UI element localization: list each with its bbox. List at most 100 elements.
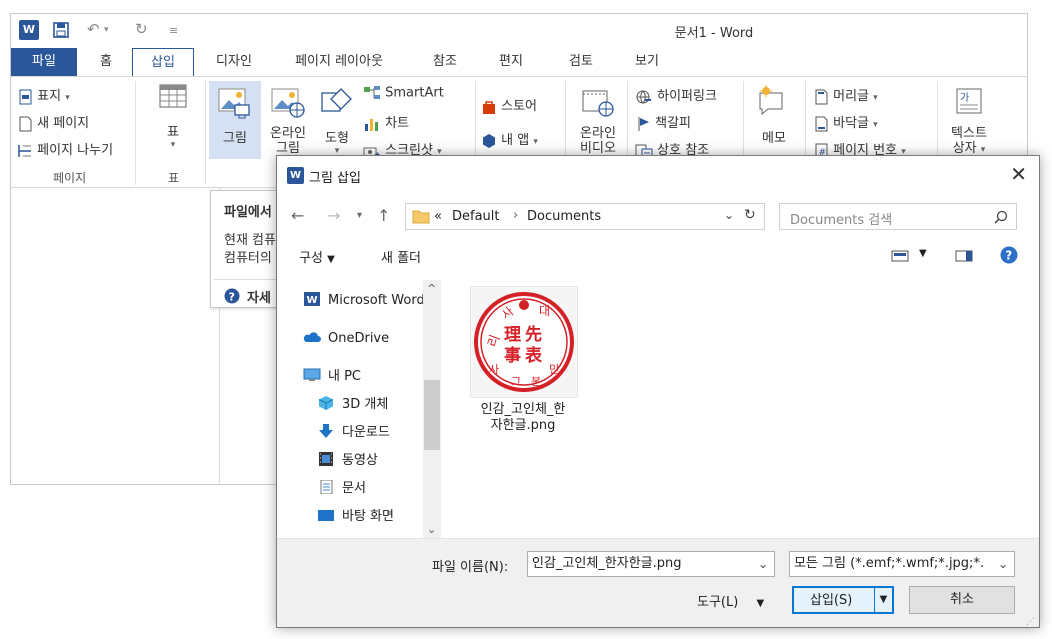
cover-page-icon: [19, 89, 32, 104]
recent-locations-icon[interactable]: ▾: [357, 210, 362, 221]
cover-page-button[interactable]: 표지 ▾: [19, 85, 70, 105]
header-button[interactable]: 머리글 ▾: [815, 85, 878, 105]
tab-insert[interactable]: 삽입: [132, 48, 194, 77]
view-dropdown-icon[interactable]: ▼: [919, 248, 927, 259]
tooltip-text-1: 현재 컴퓨: [224, 233, 276, 248]
svg-text:事: 事: [504, 346, 521, 366]
word-folder-icon: W: [304, 292, 320, 306]
tab-design[interactable]: 디자인: [203, 48, 265, 76]
header-icon: [815, 89, 828, 104]
tools-menu[interactable]: 도구(L) ▼: [697, 591, 764, 610]
svg-text:?: ?: [1005, 249, 1012, 263]
download-icon: [319, 424, 333, 438]
scroll-up-icon[interactable]: ^: [427, 282, 436, 295]
smartart-button[interactable]: SmartArt: [363, 85, 444, 101]
file-list: 대 리 사 理 先 事 表 사 그 본 민 인감_고인체_한 자한글.png: [443, 280, 1039, 538]
footer-button[interactable]: 바닥글 ▾: [815, 112, 878, 132]
address-history-dropdown-icon[interactable]: ⌄: [724, 208, 734, 222]
insert-button[interactable]: 삽입(S) ▼: [792, 586, 894, 614]
navigation-scrollbar[interactable]: ^ ⌄: [423, 280, 441, 538]
forward-arrow-icon[interactable]: →: [327, 206, 340, 225]
view-options-icon[interactable]: [891, 250, 909, 262]
insert-options-dropdown-icon[interactable]: ▼: [874, 588, 892, 612]
store-button[interactable]: 스토어: [481, 95, 537, 115]
search-icon[interactable]: [994, 210, 1008, 224]
nav-item-documents[interactable]: 문서: [317, 478, 366, 500]
tooltip-more-link[interactable]: 자세: [247, 287, 271, 306]
svg-text:先: 先: [525, 324, 542, 345]
tab-mailings[interactable]: 편지: [481, 48, 541, 76]
tab-home[interactable]: 홈: [87, 48, 125, 76]
help-icon: ?: [224, 288, 240, 304]
online-video-button[interactable]: 온라인 비디오: [573, 81, 623, 157]
back-arrow-icon[interactable]: ←: [291, 206, 304, 225]
nav-item-downloads[interactable]: 다운로드: [317, 422, 390, 444]
svg-text:가: 가: [960, 92, 969, 104]
filename-dropdown-icon[interactable]: ⌄: [758, 552, 768, 576]
seal-stamp-image: 대 리 사 理 先 事 表 사 그 본 민: [474, 292, 574, 392]
search-box[interactable]: Documents 검색: [779, 203, 1017, 230]
scroll-down-icon[interactable]: ⌄: [427, 523, 436, 536]
address-bar[interactable]: « Default › Documents ⌄ ↻: [405, 203, 765, 230]
hyperlink-button[interactable]: 하이퍼링크: [635, 85, 717, 105]
dialog-footer: 파일 이름(N): 인감_고인체_한자한글.png ⌄ 모든 그림 (*.emf…: [277, 538, 1039, 627]
picture-button[interactable]: 그림: [209, 81, 261, 159]
nav-item-3d-objects[interactable]: 3D 개체: [317, 394, 388, 416]
nav-item-videos[interactable]: 동영상: [317, 450, 378, 472]
help-icon[interactable]: ?: [1000, 246, 1018, 264]
shapes-button[interactable]: 도형 ▾: [315, 81, 359, 156]
svg-text:理: 理: [504, 325, 521, 345]
breadcrumb-documents[interactable]: Documents: [527, 209, 601, 224]
organize-button[interactable]: 구성 ▼: [299, 247, 335, 266]
tab-view[interactable]: 보기: [617, 48, 677, 76]
chart-button[interactable]: 차트: [363, 112, 409, 132]
svg-text:W: W: [307, 295, 318, 306]
file-type-dropdown-icon[interactable]: ⌄: [998, 552, 1008, 576]
store-icon: [483, 100, 495, 114]
breadcrumb-default[interactable]: Default: [452, 209, 500, 224]
new-page-button[interactable]: 새 페이지: [19, 112, 89, 132]
smartart-icon: [364, 86, 380, 99]
my-apps-button[interactable]: 내 앱 ▾: [481, 129, 538, 149]
nav-item-onedrive[interactable]: OneDrive: [303, 328, 389, 350]
new-folder-button[interactable]: 새 폴더: [381, 247, 421, 266]
nav-item-this-pc[interactable]: 내 PC: [303, 366, 361, 388]
breadcrumb-separator-icon: ›: [513, 208, 519, 223]
file-item[interactable]: 대 리 사 理 先 事 表 사 그 본 민 인감_고인체_한 자한글.png: [467, 286, 579, 436]
cancel-button[interactable]: 취소: [909, 586, 1015, 614]
address-prefix: «: [434, 209, 442, 224]
svg-text:?: ?: [229, 291, 235, 304]
navigation-pane: W Microsoft Word OneDrive 내 PC 3D 개체 다운로드…: [293, 280, 443, 538]
nav-item-desktop[interactable]: 바탕 화면: [317, 506, 394, 528]
tab-review[interactable]: 검토: [551, 48, 611, 76]
tooltip-divider: [213, 279, 281, 280]
close-icon[interactable]: ✕: [1010, 162, 1027, 186]
table-button[interactable]: 표 ▾: [156, 83, 190, 150]
search-input[interactable]: Documents 검색: [790, 209, 892, 228]
tooltip-text-2: 컴퓨터의: [224, 251, 272, 266]
bookmark-button[interactable]: 책갈피: [637, 112, 691, 132]
ribbon-separator: [205, 81, 206, 185]
title-bar: W ↶ ▾ ↻ ≡ 문서1 - Word: [11, 14, 1027, 46]
picture-icon: [218, 88, 250, 119]
resize-grip-icon[interactable]: ⋰: [1026, 617, 1035, 627]
computer-icon: [303, 368, 321, 381]
page-break-button[interactable]: 페이지 나누기: [17, 139, 113, 159]
nav-item-microsoft-word[interactable]: W Microsoft Word: [303, 290, 425, 312]
comment-button[interactable]: 메모: [751, 81, 797, 146]
scrollbar-thumb[interactable]: [424, 380, 440, 450]
file-type-select[interactable]: 모든 그림 (*.emf;*.wmf;*.jpg;*. ⌄: [789, 551, 1015, 577]
filename-input[interactable]: 인감_고인체_한자한글.png ⌄: [527, 551, 775, 577]
online-pictures-button[interactable]: 온라인 그림: [263, 81, 313, 157]
up-arrow-icon[interactable]: ↑: [377, 206, 390, 225]
text-box-button[interactable]: 가 텍스트 상자 ▾: [945, 81, 993, 158]
file-thumbnail: 대 리 사 理 先 事 表 사 그 본 민: [470, 286, 578, 398]
refresh-icon[interactable]: ↻: [744, 207, 756, 223]
tab-references[interactable]: 참조: [415, 48, 475, 76]
preview-pane-icon[interactable]: [955, 250, 973, 262]
svg-text:表: 表: [525, 345, 543, 366]
blank-page-icon: [19, 116, 32, 131]
window-title: 문서1 - Word: [674, 26, 754, 41]
tab-layout[interactable]: 페이지 레이아웃: [279, 48, 399, 76]
tab-file[interactable]: 파일: [11, 48, 77, 76]
